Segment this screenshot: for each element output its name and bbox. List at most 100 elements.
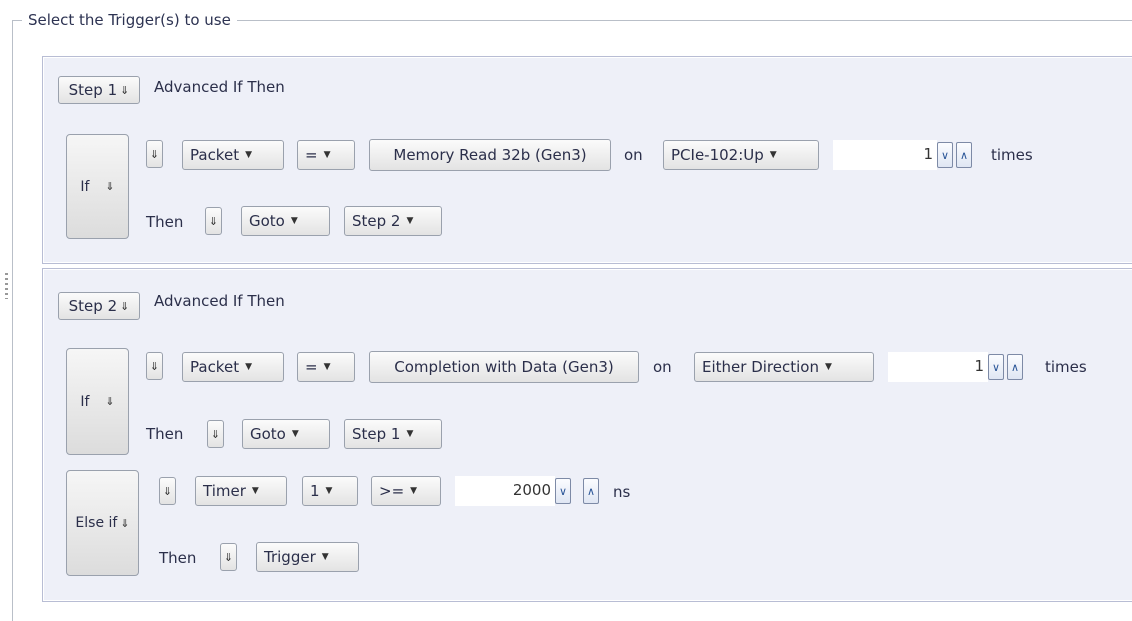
triangle-down-icon: ▼ <box>410 486 418 496</box>
triangle-down-icon: ▼ <box>323 362 331 372</box>
step2-mode-label: Advanced If Then <box>154 292 285 310</box>
step2-count-input[interactable]: 1 <box>888 352 988 382</box>
triangle-down-icon: ▼ <box>245 362 252 372</box>
chevron-up-icon: ∧ <box>1010 360 1020 374</box>
double-chevron-down-icon: ⇓ <box>120 299 130 313</box>
times-label: times <box>1045 358 1087 376</box>
step2-panel <box>42 268 1132 602</box>
step2-count-increment[interactable]: ∧ <box>1007 354 1023 380</box>
chevron-up-icon: ∧ <box>959 148 969 162</box>
then-expand-button[interactable]: ⇓ <box>207 420 224 448</box>
condition-expand-button[interactable]: ⇓ <box>146 352 163 380</box>
double-chevron-down-icon: ⇓ <box>149 147 160 161</box>
double-chevron-down-icon: ⇓ <box>162 484 173 498</box>
step1-target-dropdown[interactable]: Step 2 ▼ <box>344 206 442 236</box>
else-then-label: Then <box>159 549 197 567</box>
dropdown-value: Timer <box>203 482 246 500</box>
then-label: Then <box>146 213 184 231</box>
triangle-down-icon: ▼ <box>325 486 333 496</box>
triangle-down-icon: ▼ <box>245 150 252 160</box>
dropdown-value: Goto <box>250 425 286 443</box>
step1-button[interactable]: Step 1 ⇓ <box>58 76 140 104</box>
step2-link-dropdown[interactable]: Either Direction ▼ <box>694 352 874 382</box>
step1-action-dropdown[interactable]: Goto ▼ <box>241 206 330 236</box>
else-if-block[interactable]: Else if ⇓ <box>66 470 139 576</box>
step1-mode-label: Advanced If Then <box>154 78 285 96</box>
double-chevron-down-icon: ⇓ <box>223 550 234 564</box>
step1-packet-button[interactable]: Memory Read 32b (Gen3) <box>369 139 611 171</box>
dropdown-value: Packet <box>190 146 240 164</box>
double-chevron-down-icon: ⇓ <box>120 516 130 530</box>
chevron-down-icon: ∨ <box>558 484 568 498</box>
step1-label: Step 1 <box>68 81 118 99</box>
else-then-expand-button[interactable]: ⇓ <box>220 543 237 571</box>
double-chevron-down-icon: ⇓ <box>149 359 160 373</box>
else-operator-dropdown[interactable]: >= ▼ <box>371 476 441 506</box>
times-label: times <box>991 146 1033 164</box>
step1-if-block[interactable]: If ⇓ <box>66 134 129 239</box>
double-chevron-down-icon: ⇓ <box>208 214 219 228</box>
double-chevron-down-icon: ⇓ <box>105 395 115 408</box>
triangle-down-icon: ▼ <box>291 429 299 439</box>
dropdown-value: Either Direction <box>702 358 819 376</box>
triangle-down-icon: ▼ <box>406 216 414 226</box>
triangle-down-icon: ▼ <box>251 486 259 496</box>
step2-count-decrement[interactable]: ∨ <box>988 354 1004 380</box>
triangle-down-icon: ▼ <box>769 150 777 160</box>
else-action-dropdown[interactable]: Trigger ▼ <box>256 542 359 572</box>
splitter-handle[interactable] <box>5 273 8 299</box>
step1-count-input[interactable]: 1 <box>833 140 937 170</box>
triangle-down-icon: ▼ <box>323 150 331 160</box>
condition-expand-button[interactable]: ⇓ <box>146 140 163 168</box>
group-title: Select the Trigger(s) to use <box>22 11 237 29</box>
else-value-decrement[interactable]: ∨ <box>555 478 571 504</box>
then-label: Then <box>146 425 184 443</box>
if-label: If <box>80 393 90 410</box>
triangle-down-icon: ▼ <box>406 429 414 439</box>
double-chevron-down-icon: ⇓ <box>210 427 221 441</box>
triangle-down-icon: ▼ <box>824 362 832 372</box>
dropdown-value: PCIe-102:Up <box>671 146 764 164</box>
chevron-down-icon: ∨ <box>940 148 950 162</box>
on-label: on <box>624 146 643 164</box>
packet-label: Completion with Data (Gen3) <box>394 358 614 376</box>
unit-label: ns <box>613 483 631 501</box>
else-value-input[interactable]: 2000 <box>455 476 555 506</box>
dropdown-value: = <box>305 146 318 164</box>
dropdown-value: Step 1 <box>352 425 401 443</box>
dropdown-value: >= <box>379 482 405 500</box>
step2-condition-type-dropdown[interactable]: Packet ▼ <box>182 352 284 382</box>
step2-action-dropdown[interactable]: Goto ▼ <box>242 419 330 449</box>
step2-label: Step 2 <box>68 297 118 315</box>
dropdown-value: = <box>305 358 318 376</box>
triangle-down-icon: ▼ <box>290 216 298 226</box>
else-value-increment[interactable]: ∧ <box>583 478 599 504</box>
triangle-down-icon: ▼ <box>321 552 329 562</box>
else-timer-dropdown[interactable]: Timer ▼ <box>195 476 287 506</box>
double-chevron-down-icon: ⇓ <box>120 83 130 97</box>
step1-operator-dropdown[interactable]: = ▼ <box>297 140 355 170</box>
dropdown-value: 1 <box>310 482 320 500</box>
dropdown-value: Goto <box>249 212 285 230</box>
dropdown-value: Step 2 <box>352 212 401 230</box>
step2-if-block[interactable]: If ⇓ <box>66 348 129 455</box>
then-expand-button[interactable]: ⇓ <box>205 207 222 235</box>
chevron-down-icon: ∨ <box>991 360 1001 374</box>
else-if-label: Else if <box>75 515 118 531</box>
chevron-up-icon: ∧ <box>586 484 596 498</box>
step2-packet-button[interactable]: Completion with Data (Gen3) <box>369 351 639 383</box>
dropdown-value: Packet <box>190 358 240 376</box>
else-condition-expand-button[interactable]: ⇓ <box>159 477 176 505</box>
step1-count-increment[interactable]: ∧ <box>956 142 972 168</box>
else-timer-index-dropdown[interactable]: 1 ▼ <box>302 476 358 506</box>
packet-label: Memory Read 32b (Gen3) <box>393 146 587 164</box>
step2-operator-dropdown[interactable]: = ▼ <box>297 352 355 382</box>
step2-button[interactable]: Step 2 ⇓ <box>58 292 140 320</box>
step2-target-dropdown[interactable]: Step 1 ▼ <box>344 419 442 449</box>
double-chevron-down-icon: ⇓ <box>105 180 115 193</box>
step1-link-dropdown[interactable]: PCIe-102:Up ▼ <box>663 140 819 170</box>
step1-condition-type-dropdown[interactable]: Packet ▼ <box>182 140 284 170</box>
step1-count-decrement[interactable]: ∨ <box>937 142 953 168</box>
if-label: If <box>80 178 90 195</box>
dropdown-value: Trigger <box>264 548 316 566</box>
